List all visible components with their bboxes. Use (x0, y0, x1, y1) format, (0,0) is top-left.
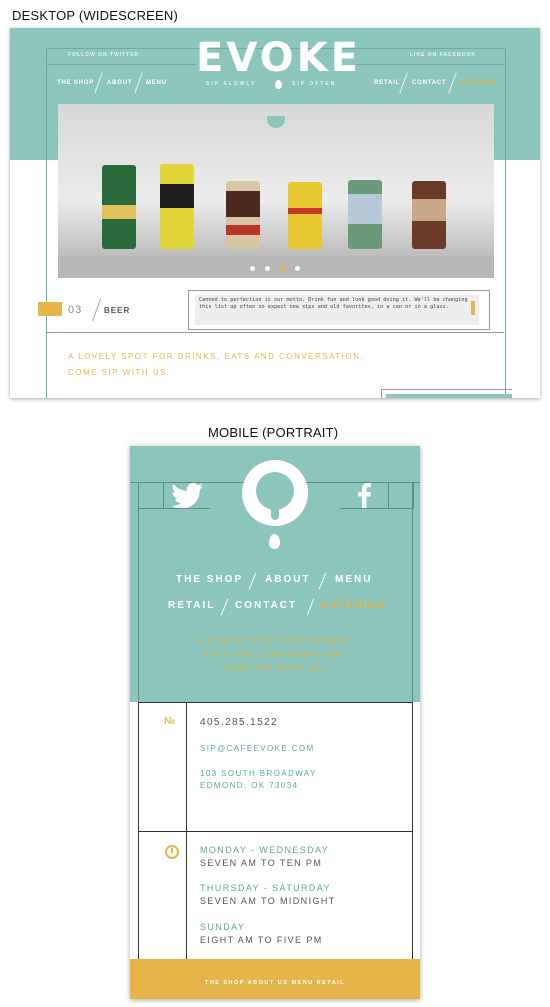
mobile-screenshot: THE SHOP ABOUT MENU RETAIL CONTACT CATER… (130, 446, 420, 999)
scrollbar-thumb[interactable] (471, 301, 475, 315)
twitter-underline (162, 508, 210, 509)
section-rule (138, 702, 413, 703)
nav-about[interactable]: ABOUT (265, 574, 311, 585)
corner-accent (386, 394, 512, 398)
hours-time: SEVEN AM TO MIDNIGHT (200, 896, 336, 906)
nav-retail[interactable]: RETAIL (168, 600, 215, 611)
tagline-line: COME SIP WITH US. (222, 664, 328, 673)
tagline-line: EATS AND CONVERSATION. (203, 650, 347, 659)
hours-days: MONDAY - WEDNESDAY (200, 845, 330, 855)
nav-contact[interactable]: CONTACT (412, 80, 446, 86)
hours-days: SUNDAY (200, 922, 246, 932)
beer-can-image (102, 165, 136, 249)
tagline-line: COME SIP WITH US. (68, 368, 171, 377)
desktop-caption: DESKTOP (WIDESCREEN) (12, 8, 179, 23)
hours-days: THURSDAY - SATURDAY (200, 883, 331, 893)
beer-can-image (288, 182, 322, 249)
email-link[interactable]: SIP@CAFEEVOKE.COM (200, 743, 315, 755)
slider-dot[interactable] (250, 266, 255, 271)
logo[interactable]: EVOKE (196, 38, 358, 78)
facebook-underline (340, 508, 388, 509)
header-rule-right (356, 64, 504, 65)
footer-bar: THE SHOP ABOUT US MENU RETAIL (130, 959, 420, 999)
mobile-tagline: A LOVELY SPOT FOR DRINKS, EATS AND CONVE… (130, 634, 420, 676)
nav-the-shop[interactable]: THE SHOP (176, 574, 243, 585)
slider-dot[interactable] (265, 266, 270, 271)
hours-time: SEVEN AM TO TEN PM (200, 858, 323, 868)
corner-box-right (388, 482, 414, 509)
twitter-bird-icon[interactable] (170, 482, 206, 508)
logo-icon[interactable] (242, 460, 308, 526)
like-facebook-link[interactable]: LIKE ON FACEBOOK (410, 52, 476, 58)
nav-about[interactable]: ABOUT (107, 80, 132, 86)
beer-can-image (160, 164, 194, 249)
slider-dot[interactable] (295, 266, 300, 271)
hours-time: EIGHT AM TO FIVE PM (200, 935, 323, 945)
desktop-screenshot: FOLLOW ON TWITTER LIKE ON FACEBOOK EVOKE… (10, 28, 540, 398)
nav-catering[interactable]: CATERING (320, 600, 387, 611)
number-symbol-icon: № (164, 716, 176, 727)
slide-description: Canned to perfection is our motto. Drink… (195, 295, 479, 325)
drop-icon (269, 534, 280, 549)
section-divider (46, 332, 504, 333)
slide-description-box: Canned to perfection is our motto. Drink… (188, 290, 490, 330)
nav-contact[interactable]: CONTACT (235, 600, 297, 611)
follow-twitter-link[interactable]: FOLLOW ON TWITTER (68, 52, 139, 58)
beer-can-image (226, 181, 260, 249)
header-rule-left (46, 64, 196, 65)
section-rule (138, 831, 413, 832)
address-line[interactable]: 103 SOUTH BROADWAY (200, 768, 317, 780)
nav-menu[interactable]: MENU (335, 574, 372, 585)
slider-dot-active[interactable] (280, 266, 285, 271)
phone-number[interactable]: 405.285.1522 (200, 717, 278, 729)
hero-shelf (58, 256, 494, 278)
nav-menu[interactable]: MENU (146, 80, 167, 86)
beer-can-image (348, 180, 382, 249)
nav-the-shop[interactable]: THE SHOP (57, 80, 94, 86)
tagline-right: SIP OFTEN (292, 81, 337, 87)
slide-number-marker (38, 302, 62, 316)
drop-icon (275, 80, 282, 89)
tagline-left: SIP SLOWLY (206, 81, 257, 87)
slide-label: BEER (104, 306, 131, 315)
desktop-tagline: A LOVELY SPOT FOR DRINKS, EATS AND CONVE… (68, 349, 364, 381)
tagline-line: A LOVELY SPOT FOR DRINKS, (197, 636, 353, 645)
beer-can-image (412, 181, 446, 249)
address-line[interactable]: EDMOND, OK 73034 (200, 780, 298, 792)
facebook-f-icon[interactable] (356, 482, 372, 508)
slide-number: 03 (68, 304, 83, 316)
nav-catering[interactable]: CATERING (460, 80, 497, 86)
mobile-caption: MOBILE (PORTRAIT) (208, 425, 339, 440)
nav-retail[interactable]: RETAIL (374, 80, 400, 86)
tagline-line: A LOVELY SPOT FOR DRINKS, EATS AND CONVE… (68, 352, 365, 361)
footer-nav[interactable]: THE SHOP ABOUT US MENU RETAIL (130, 980, 420, 986)
clock-icon (165, 845, 179, 859)
corner-box-left (138, 482, 164, 509)
